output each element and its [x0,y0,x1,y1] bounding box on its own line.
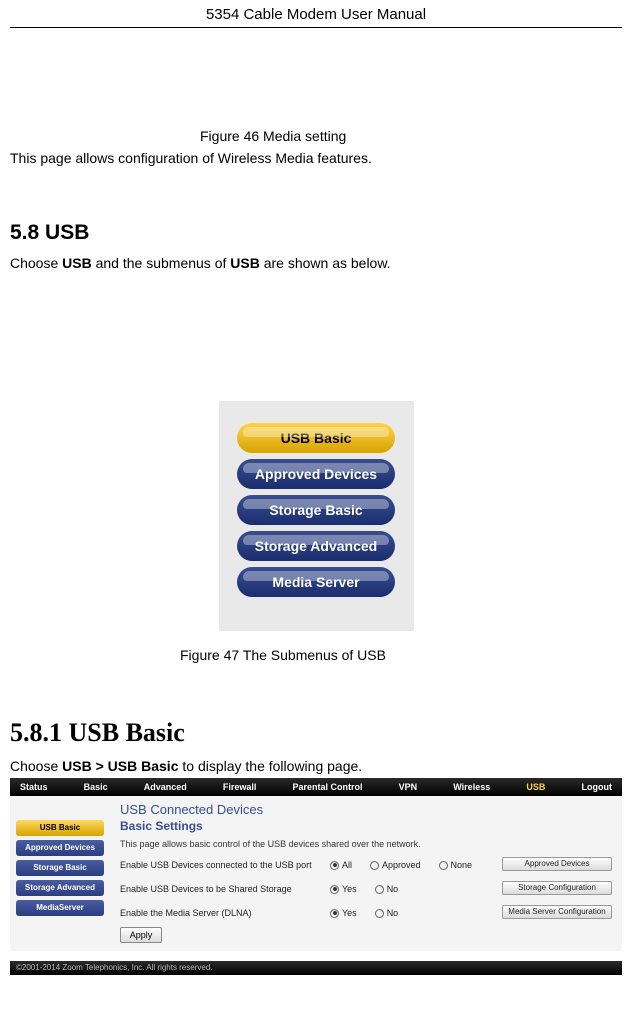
row-label: Enable USB Devices to be Shared Storage [120,884,330,894]
radio-yes[interactable]: Yes [330,884,357,894]
media-server-config-button[interactable]: Media Server Configuration [502,905,612,919]
text-span: and the submenus of [92,255,231,271]
radio-approved[interactable]: Approved [370,860,421,870]
nav-status[interactable]: Status [20,782,48,792]
panel-title: USB Connected Devices [120,802,612,817]
radio-icon [375,885,384,894]
radio-label: No [387,884,399,894]
text-bold: USB [230,255,260,271]
sidebar: USB Basic Approved Devices Storage Basic… [10,796,110,951]
radio-group: Yes No [330,884,500,894]
submenu-approved-devices[interactable]: Approved Devices [237,459,395,489]
top-nav: Status Basic Advanced Firewall Parental … [10,778,622,796]
section-5-8-heading: 5.8 USB [10,221,622,245]
radio-label: None [451,860,473,870]
section-5-8-1-instruction: Choose USB > USB Basic to display the fo… [10,758,622,774]
panel: USB Connected Devices Basic Settings Thi… [110,796,622,951]
radio-icon [330,909,339,918]
apply-button[interactable]: Apply [120,927,162,943]
submenu-panel: USB Basic Approved Devices Storage Basic… [219,401,414,631]
submenu-media-server[interactable]: Media Server [237,567,395,597]
radio-icon [439,861,448,870]
sidebar-usb-basic[interactable]: USB Basic [16,820,104,836]
radio-label: Yes [342,884,357,894]
row-label: Enable the Media Server (DLNA) [120,908,330,918]
radio-label: All [342,860,352,870]
sidebar-storage-advanced[interactable]: Storage Advanced [16,880,104,896]
radio-label: Approved [382,860,421,870]
submenu-storage-advanced[interactable]: Storage Advanced [237,531,395,561]
section-5-8-1-heading: 5.8.1 USB Basic [10,718,622,748]
text-span: are shown as below. [260,255,391,271]
screenshot-footer: ©2001-2014 Zoom Telephonics, Inc. All ri… [10,961,622,975]
submenu-figure: USB Basic Approved Devices Storage Basic… [10,401,622,631]
panel-subtitle: Basic Settings [120,819,612,833]
nav-usb[interactable]: USB [526,782,545,792]
radio-no[interactable]: No [375,884,399,894]
storage-config-button[interactable]: Storage Configuration [502,881,612,895]
header-rule [10,27,622,28]
settings-row-usb-port: Enable USB Devices connected to the USB … [120,857,612,873]
nav-vpn[interactable]: VPN [399,782,418,792]
nav-logout[interactable]: Logout [581,782,612,792]
radio-label: Yes [342,908,357,918]
radio-icon [330,861,339,870]
radio-icon [375,909,384,918]
figure-46-caption: Figure 46 Media setting [10,128,622,144]
nav-advanced[interactable]: Advanced [144,782,187,792]
radio-all[interactable]: All [330,860,352,870]
page-header: 5354 Cable Modem User Manual [0,0,632,27]
radio-group: Yes No [330,908,500,918]
radio-none[interactable]: None [439,860,473,870]
main-area: USB Basic Approved Devices Storage Basic… [10,796,622,951]
panel-description: This page allows basic control of the US… [120,839,612,849]
settings-row-media-server: Enable the Media Server (DLNA) Yes No Me… [120,905,612,921]
radio-yes[interactable]: Yes [330,908,357,918]
intro-paragraph: This page allows configuration of Wirele… [10,150,622,166]
radio-group: All Approved None [330,860,500,870]
text-bold: USB [62,255,92,271]
text-span: Choose [10,255,62,271]
usb-basic-screenshot: Status Basic Advanced Firewall Parental … [10,778,622,975]
text-bold: USB > USB Basic [62,758,178,774]
approved-devices-button[interactable]: Approved Devices [502,857,612,871]
nav-basic[interactable]: Basic [84,782,108,792]
figure-47-caption: Figure 47 The Submenus of USB [10,647,622,663]
radio-no[interactable]: No [375,908,399,918]
submenu-usb-basic[interactable]: USB Basic [237,423,395,453]
nav-wireless[interactable]: Wireless [453,782,490,792]
nav-parental-control[interactable]: Parental Control [293,782,363,792]
radio-label: No [387,908,399,918]
radio-icon [330,885,339,894]
text-span: Choose [10,758,62,774]
text-span: to display the following page. [178,758,362,774]
row-label: Enable USB Devices connected to the USB … [120,860,330,870]
nav-firewall[interactable]: Firewall [223,782,257,792]
radio-icon [370,861,379,870]
submenu-storage-basic[interactable]: Storage Basic [237,495,395,525]
sidebar-storage-basic[interactable]: Storage Basic [16,860,104,876]
settings-row-shared-storage: Enable USB Devices to be Shared Storage … [120,881,612,897]
section-5-8-instruction: Choose USB and the submenus of USB are s… [10,255,622,271]
sidebar-mediaserver[interactable]: MediaServer [16,900,104,916]
sidebar-approved-devices[interactable]: Approved Devices [16,840,104,856]
